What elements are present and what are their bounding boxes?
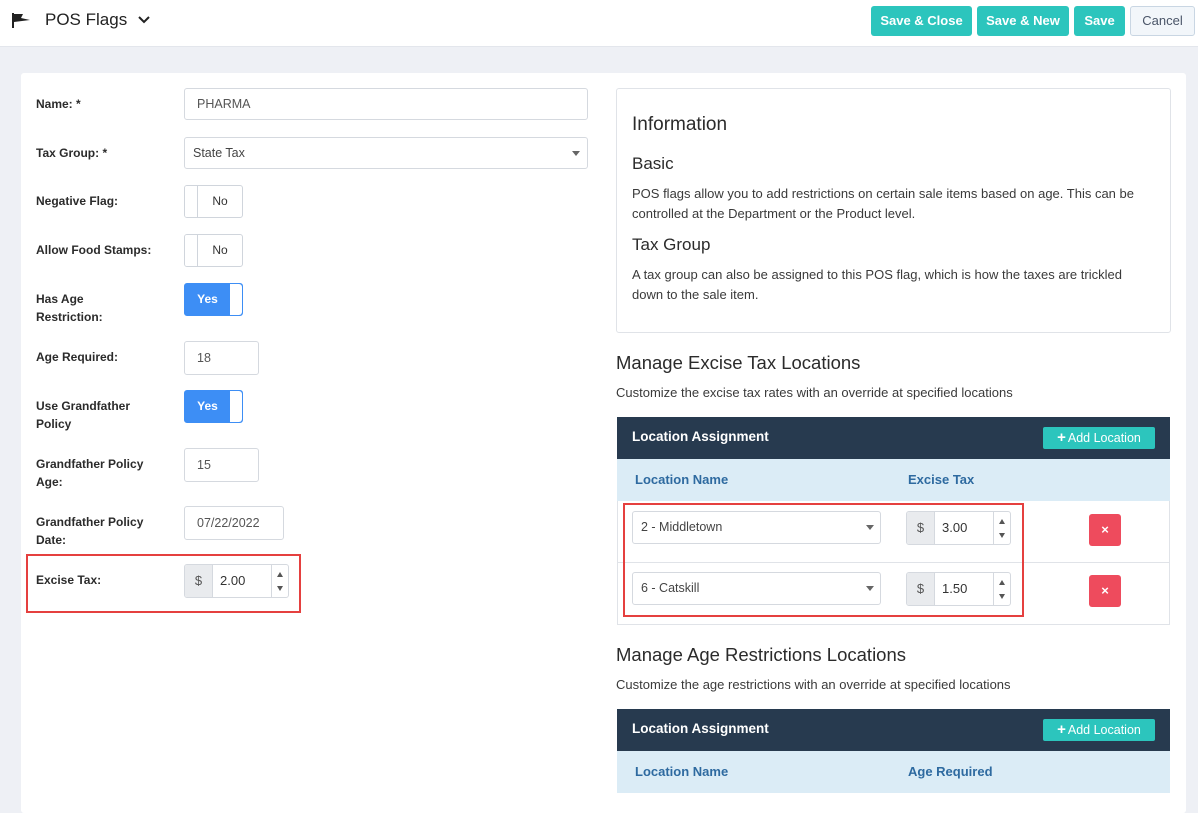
negative-flag-label: Negative Flag: — [36, 194, 119, 208]
negative-flag-value: No — [212, 194, 228, 208]
currency-symbol: $ — [185, 565, 213, 597]
negative-flag-toggle[interactable]: No — [184, 185, 243, 218]
toggle-knob — [229, 284, 242, 315]
gf-date-label: Grandfather Policy Date: — [36, 515, 144, 547]
grandfather-toggle[interactable]: Yes — [184, 390, 243, 423]
plus-icon: + — [1057, 721, 1066, 738]
age-column-header: Location Name Age Required — [617, 751, 1170, 793]
age-required-label: Age Required: — [36, 350, 119, 364]
tax-group-label: Tax Group: * — [36, 146, 108, 160]
excise-section-title: Manage Excise Tax Locations — [616, 352, 861, 373]
add-location-label: Add Location — [1067, 723, 1141, 737]
page-title: POS Flags — [45, 10, 128, 29]
add-location-label: Add Location — [1067, 431, 1141, 445]
gf-date-input[interactable]: 07/22/2022 — [184, 506, 284, 540]
excise-tax-value: 2.00 — [220, 573, 246, 588]
age-panel-header: Location Assignment + Add Location — [617, 709, 1170, 751]
col-location-name: Location Name — [635, 472, 729, 487]
col-age-required: Age Required — [908, 764, 993, 779]
delete-row-button[interactable]: × — [1089, 575, 1121, 607]
save-close-button[interactable]: Save & Close — [871, 6, 972, 36]
name-input[interactable]: PHARMA — [184, 88, 588, 120]
caret-down-icon — [572, 151, 580, 156]
save-new-button[interactable]: Save & New — [977, 6, 1069, 36]
excise-panel-header: Location Assignment + Add Location — [617, 417, 1170, 459]
information-panel: Information Basic POS flags allow you to… — [616, 88, 1171, 333]
name-label: Name: * — [36, 97, 81, 111]
age-section-desc: Customize the age restrictions with an o… — [616, 677, 1011, 692]
age-restriction-label: Has Age Restriction: — [36, 292, 103, 324]
tax-group-select[interactable]: State Tax — [184, 137, 588, 169]
info-basic-title: Basic — [632, 154, 674, 173]
excise-column-header: Location Name Excise Tax — [617, 459, 1170, 501]
food-stamps-toggle[interactable]: No — [184, 234, 243, 267]
add-excise-location-button[interactable]: + Add Location — [1043, 427, 1155, 449]
info-title: Information — [632, 114, 728, 135]
age-panel-title: Location Assignment — [632, 721, 769, 736]
toggle-knob — [185, 235, 198, 266]
col-excise-tax: Excise Tax — [908, 472, 975, 487]
gf-age-label: Grandfather Policy Age: — [36, 457, 144, 489]
grandfather-value: Yes — [197, 399, 218, 413]
excise-tax-input[interactable]: $ 2.00 — [184, 564, 289, 598]
age-section-title: Manage Age Restrictions Locations — [616, 644, 907, 665]
arrow-up-icon[interactable] — [277, 572, 283, 577]
arrow-down-icon[interactable] — [277, 586, 283, 591]
age-required-input[interactable]: 18 — [184, 341, 259, 375]
excise-section-desc: Customize the excise tax rates with an o… — [616, 385, 1013, 400]
plus-icon: + — [1057, 429, 1066, 446]
food-stamps-value: No — [212, 243, 228, 257]
age-restriction-value: Yes — [197, 292, 218, 306]
excise-panel-title: Location Assignment — [632, 429, 769, 444]
info-tax-title: Tax Group — [632, 235, 711, 254]
highlight-box — [623, 503, 1024, 617]
excise-tax-label: Excise Tax: — [36, 573, 102, 587]
col-location-name: Location Name — [635, 764, 729, 779]
add-age-location-button[interactable]: + Add Location — [1043, 719, 1155, 741]
age-restriction-toggle[interactable]: Yes — [184, 283, 243, 316]
number-spinner[interactable] — [271, 565, 288, 597]
grandfather-label: Use Grandfather Policy — [36, 399, 131, 431]
cancel-button[interactable]: Cancel — [1130, 6, 1195, 36]
food-stamps-label: Allow Food Stamps: — [36, 243, 152, 257]
chevron-down-icon[interactable] — [137, 15, 151, 25]
info-tax-text: A tax group can also be assigned to this… — [632, 267, 1122, 302]
save-button[interactable]: Save — [1074, 6, 1125, 36]
toggle-knob — [229, 391, 242, 422]
info-basic-text: POS flags allow you to add restrictions … — [632, 186, 1134, 221]
tax-group-value: State Tax — [193, 146, 245, 160]
toggle-knob — [185, 186, 198, 217]
top-bar: POS Flags Save & Close Save & New Save C… — [0, 0, 1198, 47]
flag-icon — [12, 13, 30, 28]
delete-row-button[interactable]: × — [1089, 514, 1121, 546]
gf-age-input[interactable]: 15 — [184, 448, 259, 482]
